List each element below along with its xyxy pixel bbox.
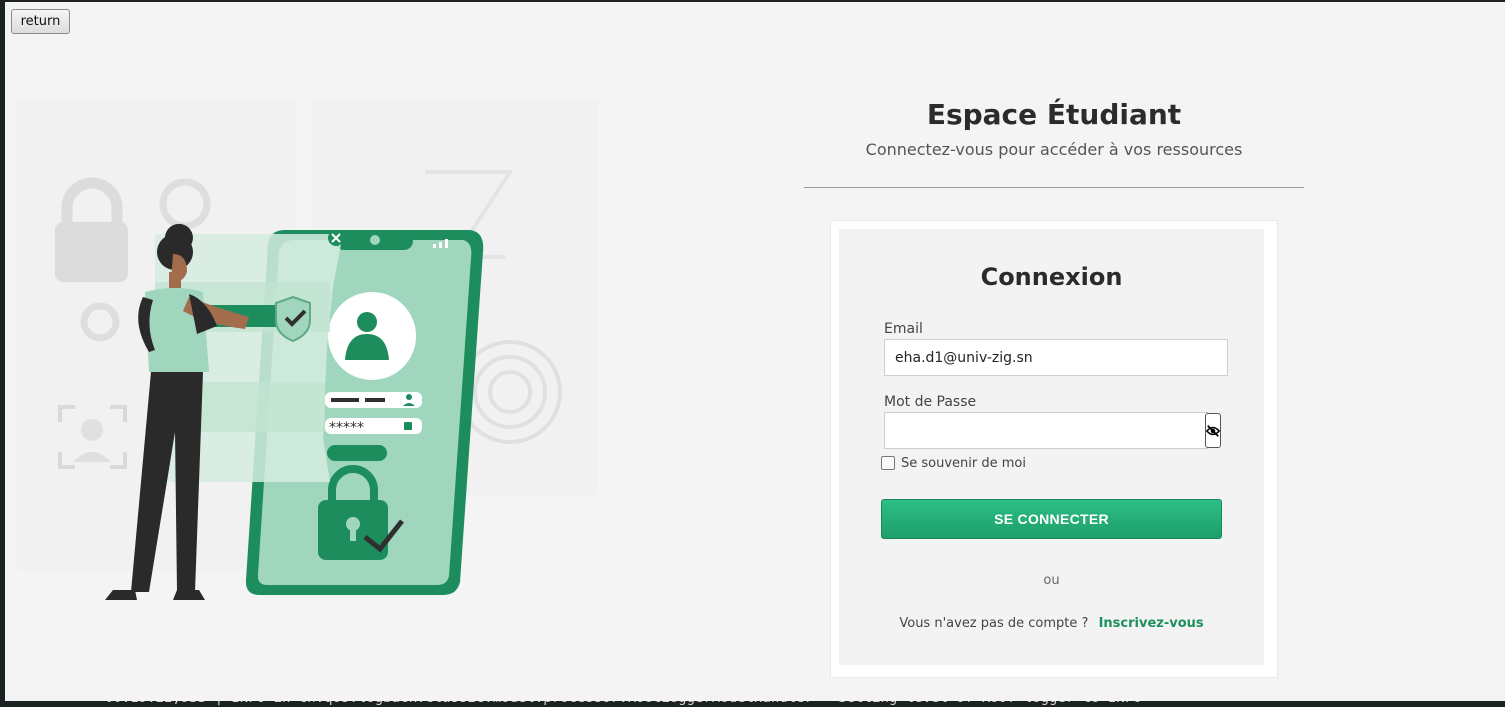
login-card: Connexion Email Mot de Passe Se souvenir… [839,229,1264,665]
password-field[interactable] [884,412,1208,449]
shield-check-icon [275,295,311,343]
page-title: Espace Étudiant [926,98,1182,131]
login-illustration: ***** [15,100,598,600]
email-field[interactable] [884,339,1228,376]
header-divider [804,187,1304,188]
page-header: Espace Étudiant Connectez-vous pour accé… [804,96,1304,160]
or-separator: ou [1043,573,1060,588]
password-visibility-toggle[interactable] [1205,413,1221,448]
svg-text:*****: ***** [329,420,364,436]
signup-link[interactable]: Inscrivez-vous [1099,616,1204,631]
remember-me-checkbox[interactable] [881,456,895,470]
remember-me-label[interactable]: Se souvenir de moi [901,455,1026,472]
return-button[interactable]: return [11,9,70,34]
eye-off-icon [1206,424,1220,437]
page-subtitle: Connectez-vous pour accéder à vos ressou… [865,140,1243,159]
email-label: Email [884,321,923,337]
login-title: Connexion [980,263,1123,291]
password-label: Mot de Passe [884,394,977,410]
signup-row: Vous n'avez pas de compte ? Inscrivez-vo… [839,615,1264,632]
login-submit-button[interactable]: SE CONNECTER [881,499,1222,539]
app-window: return ***** Espace Étudiant Connectez-v… [5,2,1505,701]
signup-prompt: Vous n'avez pas de compte ? [899,616,1089,631]
